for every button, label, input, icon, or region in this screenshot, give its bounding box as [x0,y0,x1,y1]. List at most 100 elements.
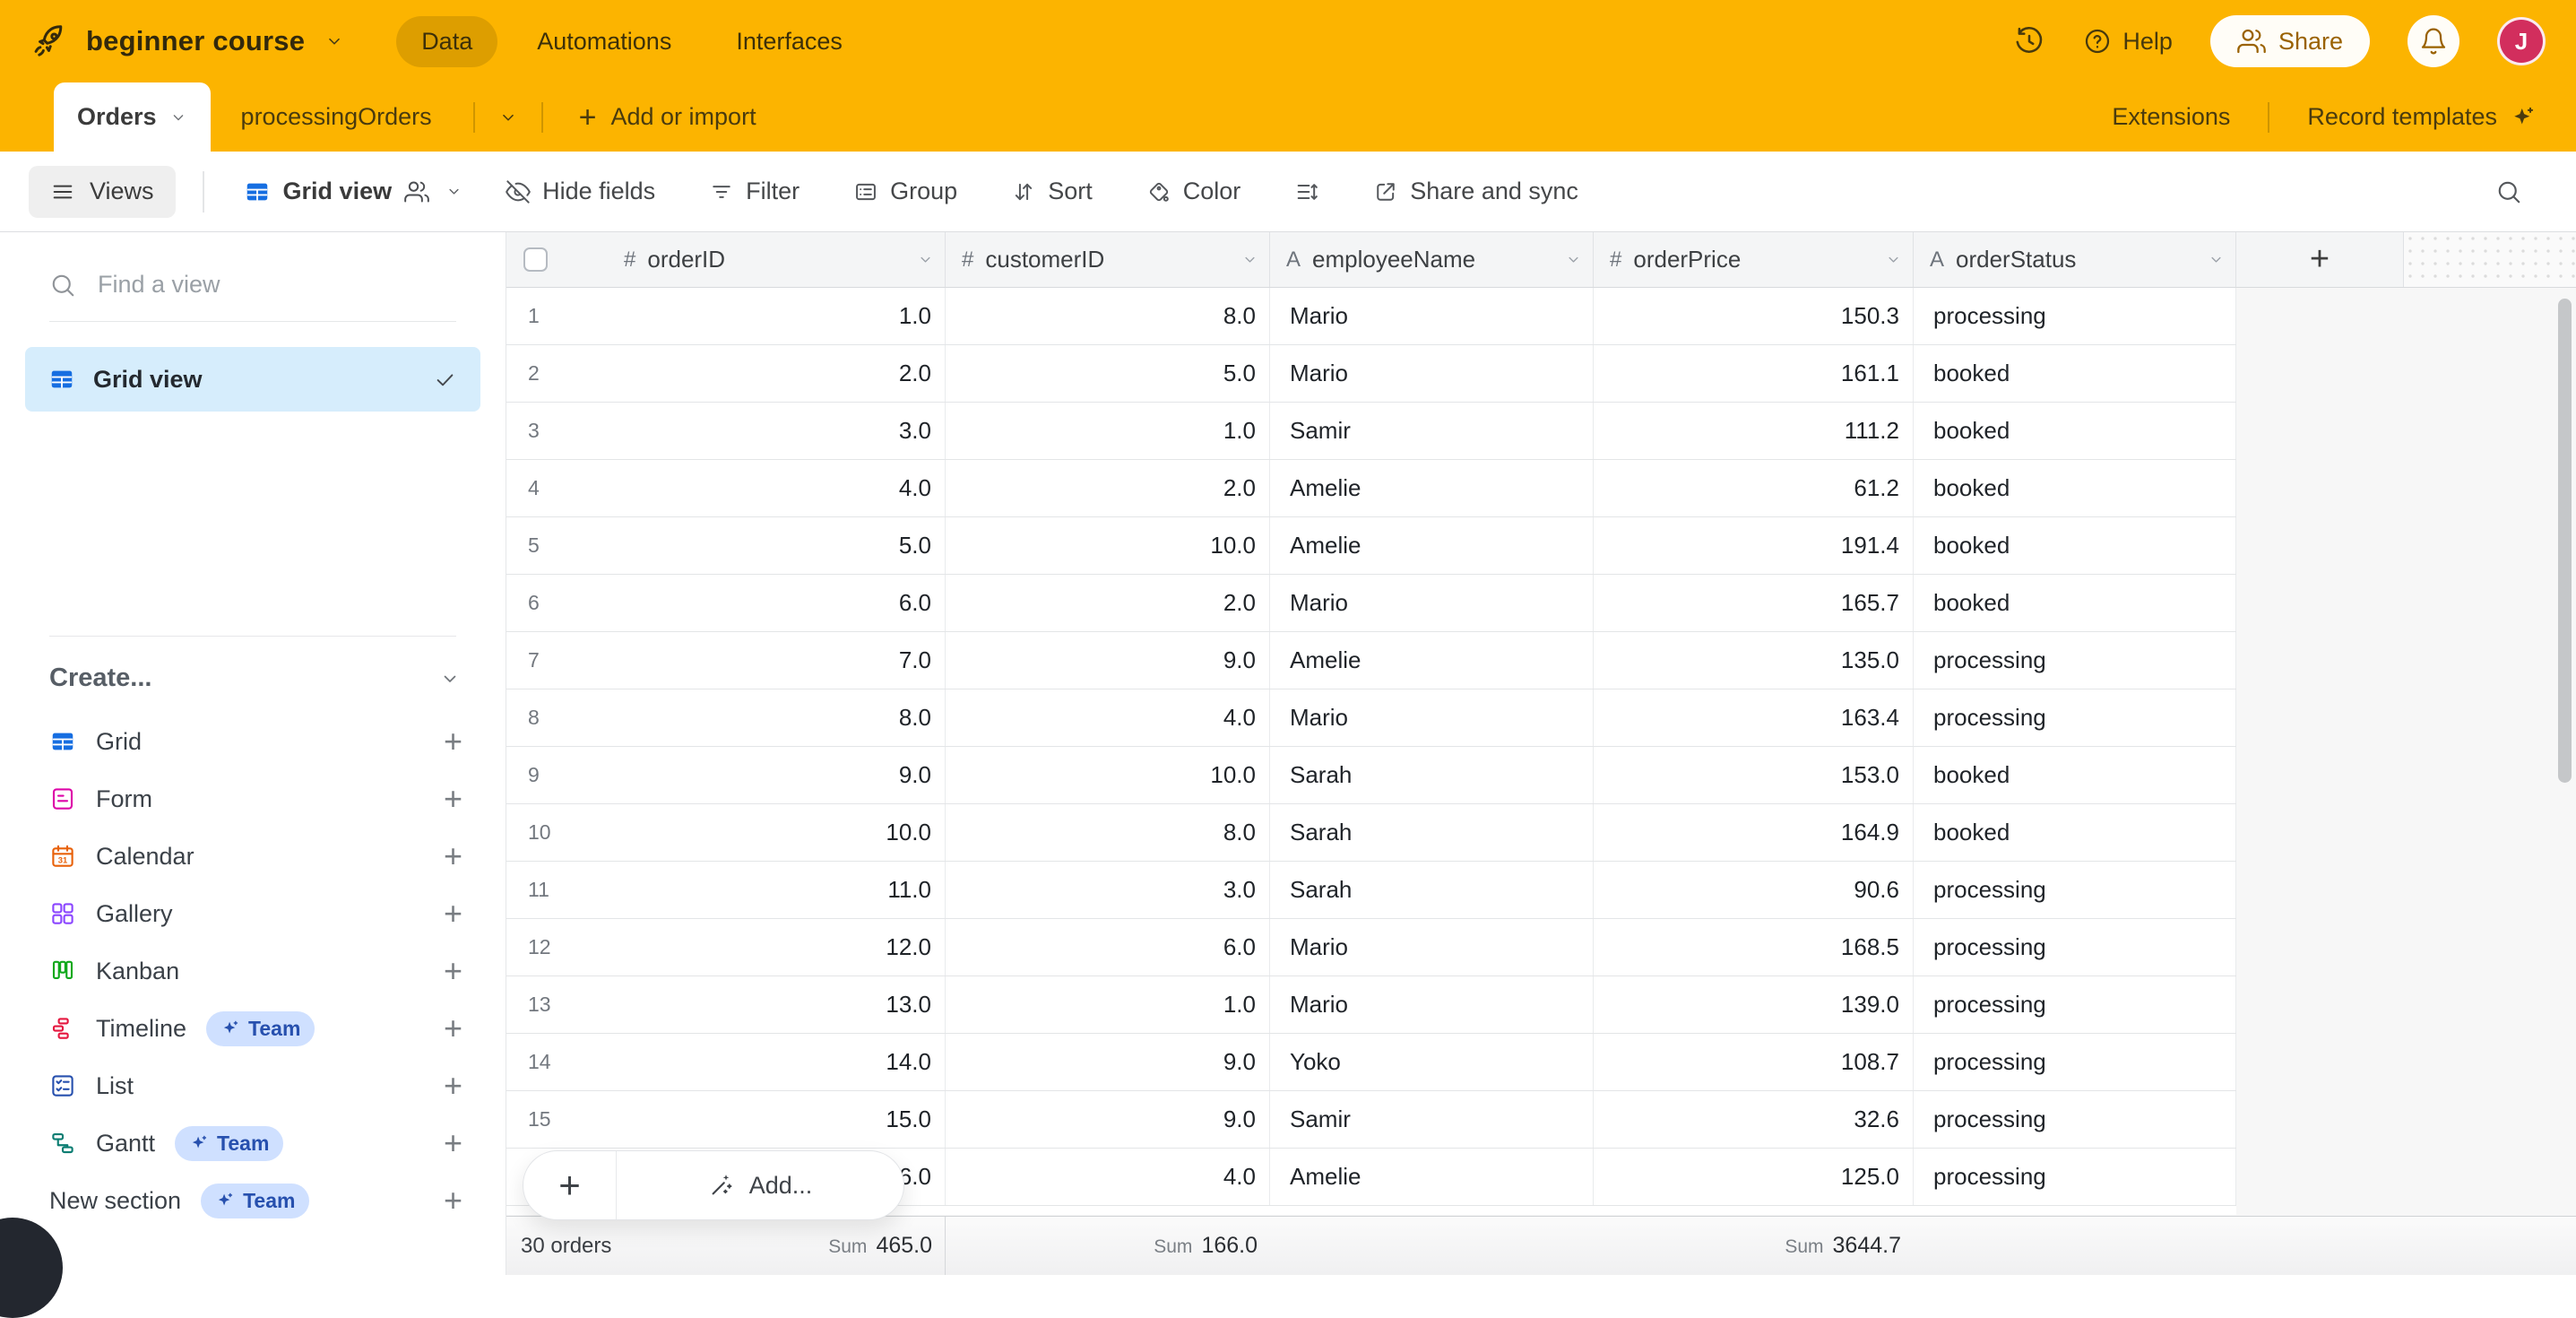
summary-cell[interactable]: Sum166.0 [946,1217,1270,1275]
cell-orderid[interactable]: 5.0 [608,517,946,574]
cell-orderstatus[interactable]: booked [1914,345,2236,402]
cell-employeename[interactable]: Sarah [1270,747,1594,803]
add-with-ai-button[interactable]: Add... [617,1172,903,1200]
column-header-orderstatus[interactable]: AorderStatus [1914,232,2236,287]
chevron-down-icon[interactable] [2208,251,2225,268]
rocket-logo-icon[interactable] [30,22,68,60]
cell-orderid[interactable]: 12.0 [608,919,946,975]
cell-employeename[interactable]: Samir [1270,403,1594,459]
cell-customerid[interactable]: 9.0 [946,1091,1270,1148]
cell-orderstatus[interactable]: booked [1914,804,2236,861]
cell-orderid[interactable]: 1.0 [608,288,946,344]
cell-orderstatus[interactable]: processing [1914,1034,2236,1090]
add-view-button[interactable]: + [444,1070,462,1102]
sidebar-item-list[interactable]: List+ [0,1057,506,1114]
add-view-button[interactable]: + [444,1184,462,1217]
record-templates-button[interactable]: Record templates [2307,103,2537,131]
search-icon[interactable] [2495,178,2522,205]
cell-orderprice[interactable]: 111.2 [1594,403,1914,459]
cell-orderprice[interactable]: 108.7 [1594,1034,1914,1090]
cell-orderid[interactable]: 2.0 [608,345,946,402]
chevron-down-icon[interactable] [1241,251,1258,268]
workspace-title[interactable]: beginner course [86,25,305,57]
add-field-button[interactable]: + [2236,232,2404,287]
cell-customerid[interactable]: 9.0 [946,632,1270,689]
vertical-scrollbar-thumb[interactable] [2558,299,2572,783]
workspace-brand[interactable]: beginner course [30,22,344,60]
topbar-tab-interfaces[interactable]: Interfaces [711,16,868,67]
cell-orderstatus[interactable]: processing [1914,632,2236,689]
cell-customerid[interactable]: 2.0 [946,575,1270,631]
row-height-button[interactable] [1284,179,1330,204]
cell-employeename[interactable]: Mario [1270,575,1594,631]
current-view-button[interactable]: Grid view [231,178,476,205]
add-or-import-button[interactable]: + Add or import [554,102,782,133]
views-button[interactable]: Views [29,166,176,218]
column-header-orderprice[interactable]: #orderPrice [1594,232,1914,287]
chevron-down-icon[interactable] [324,31,344,51]
chevron-down-icon[interactable] [1565,251,1582,268]
cell-orderid[interactable]: 3.0 [608,403,946,459]
cell-orderid[interactable]: 7.0 [608,632,946,689]
cell-customerid[interactable]: 9.0 [946,1034,1270,1090]
sidebar-item-kanban[interactable]: Kanban+ [0,942,506,1000]
add-view-button[interactable]: + [444,955,462,987]
cell-orderstatus[interactable]: processing [1914,1149,2236,1205]
cell-employeename[interactable]: Amelie [1270,632,1594,689]
topbar-tab-data[interactable]: Data [396,16,497,67]
notifications-button[interactable] [2407,15,2459,67]
cell-orderprice[interactable]: 150.3 [1594,288,1914,344]
cell-orderprice[interactable]: 90.6 [1594,862,1914,918]
cell-customerid[interactable]: 6.0 [946,919,1270,975]
cell-employeename[interactable]: Samir [1270,1091,1594,1148]
history-icon[interactable] [2013,25,2045,57]
cell-employeename[interactable]: Amelie [1270,517,1594,574]
help-button[interactable]: Help [2083,27,2173,56]
cell-employeename[interactable]: Amelie [1270,1149,1594,1205]
cell-orderstatus[interactable]: booked [1914,403,2236,459]
cell-orderid[interactable]: 15.0 [608,1091,946,1148]
cell-customerid[interactable]: 2.0 [946,460,1270,516]
cell-employeename[interactable]: Mario [1270,689,1594,746]
find-view-search[interactable] [49,270,456,322]
sum-orderprice[interactable]: Sum3644.7 [1785,1233,1914,1259]
cell-orderstatus[interactable]: booked [1914,575,2236,631]
cell-orderprice[interactable]: 61.2 [1594,460,1914,516]
cell-customerid[interactable]: 4.0 [946,1149,1270,1205]
cell-employeename[interactable]: Amelie [1270,460,1594,516]
column-header-employeename[interactable]: AemployeeName [1270,232,1594,287]
cell-orderstatus[interactable]: processing [1914,919,2236,975]
tables-dropdown-chevron-icon[interactable] [486,108,531,127]
select-all-checkbox[interactable] [523,247,548,272]
add-view-button[interactable]: + [444,840,462,872]
topbar-tab-automations[interactable]: Automations [512,16,696,67]
sidebar-item-form[interactable]: Form+ [0,770,506,828]
cell-orderstatus[interactable]: processing [1914,862,2236,918]
cell-customerid[interactable]: 8.0 [946,804,1270,861]
chevron-down-icon[interactable] [1885,251,1902,268]
cell-orderprice[interactable]: 139.0 [1594,976,1914,1033]
add-view-button[interactable]: + [444,725,462,758]
cell-orderid[interactable]: 8.0 [608,689,946,746]
sidebar-item-calendar[interactable]: 31Calendar+ [0,828,506,885]
filter-button[interactable]: Filter [698,178,810,205]
cell-orderprice[interactable]: 125.0 [1594,1149,1914,1205]
cell-employeename[interactable]: Yoko [1270,1034,1594,1090]
summary-cell[interactable] [1270,1217,1594,1275]
cell-orderid[interactable]: 11.0 [608,862,946,918]
cell-orderprice[interactable]: 153.0 [1594,747,1914,803]
cell-orderprice[interactable]: 164.9 [1594,804,1914,861]
summary-cell[interactable]: 30 ordersSum465.0 [506,1217,946,1275]
sidebar-item-grid-view[interactable]: Grid view [25,347,480,412]
cell-employeename[interactable]: Mario [1270,345,1594,402]
cell-customerid[interactable]: 1.0 [946,403,1270,459]
extensions-button[interactable]: Extensions [2112,103,2230,131]
add-view-button[interactable]: + [444,1127,462,1159]
find-view-input[interactable] [96,270,456,299]
help-widget-button[interactable] [0,1218,63,1318]
cell-customerid[interactable]: 8.0 [946,288,1270,344]
hide-fields-button[interactable]: Hide fields [495,178,666,205]
summary-cell[interactable]: Sum3644.7 [1594,1217,1914,1275]
cell-orderstatus[interactable]: processing [1914,976,2236,1033]
sidebar-item-timeline[interactable]: TimelineTeam+ [0,1000,506,1057]
